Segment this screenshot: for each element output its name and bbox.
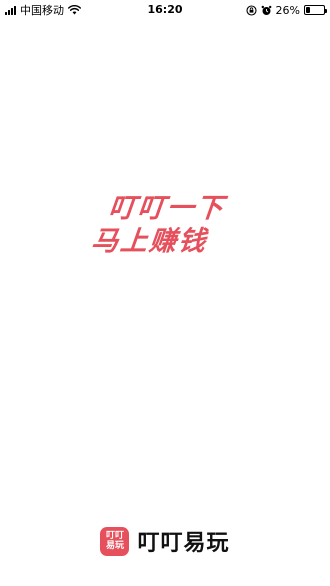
slogan-line-2: 马上赚钱 <box>89 226 209 257</box>
status-bar: 中国移动 16:20 26% <box>0 0 330 20</box>
orientation-lock-icon <box>245 4 257 16</box>
slogan-line-1: 叮叮一下 <box>107 193 227 224</box>
app-name: 叮叮易玩 <box>137 531 230 556</box>
logo-text-line-2: 易玩 <box>105 541 124 551</box>
splash-slogan: 叮叮一下 马上赚钱 <box>0 192 330 258</box>
battery-percent: 26% <box>275 3 300 17</box>
alarm-icon <box>261 5 271 15</box>
app-logo: 叮叮 易玩 <box>100 526 130 556</box>
status-bar-right: 26% <box>245 3 327 17</box>
battery-icon <box>304 5 327 15</box>
logo-text-line-1: 叮叮 <box>105 531 124 541</box>
battery-level <box>306 7 311 13</box>
brand-footer: 叮叮 易玩 叮叮易玩 <box>0 525 330 557</box>
